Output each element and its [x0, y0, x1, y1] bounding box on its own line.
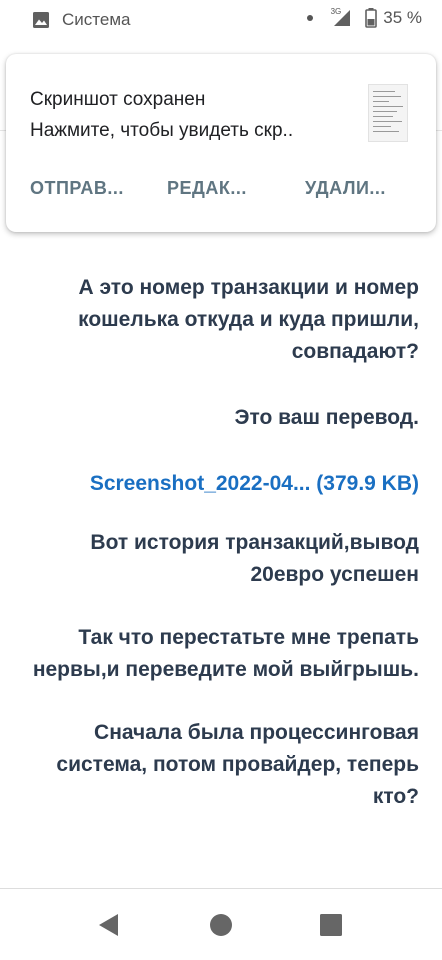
message-list: А это номер транзакции и номер кошелька …	[20, 272, 419, 813]
recents-icon[interactable]	[318, 912, 344, 938]
screenshot-thumbnail[interactable]	[368, 84, 408, 142]
message-text: Сначала была процессинговая система, пот…	[56, 721, 419, 808]
status-app-name: Система	[62, 10, 131, 29]
share-button[interactable]: ОТПРАВ...	[30, 178, 167, 199]
notification-dot	[306, 15, 313, 21]
status-bar: Система 3G 35 %	[0, 0, 442, 42]
back-icon[interactable]	[96, 912, 122, 938]
attachment-link[interactable]: Screenshot_2022-04... (379.9 KB)	[20, 468, 419, 500]
network-type: 3G	[330, 6, 342, 16]
message-text: Так что перестатьте мне трепать нервы,и …	[32, 626, 419, 681]
battery-percent: 35 %	[383, 8, 422, 27]
message-text: Вот история транзакций,вывод 20евро успе…	[90, 531, 419, 586]
status-left: Система	[32, 10, 130, 30]
battery-icon	[365, 8, 378, 28]
gallery-icon	[33, 12, 49, 28]
navigation-bar	[0, 889, 442, 960]
message-text: Это ваш перевод.	[234, 406, 419, 429]
screenshot-notification[interactable]: Скриншот сохранен Нажмите, чтобы увидеть…	[6, 54, 436, 232]
notification-title: Скриншот сохранен	[30, 89, 206, 110]
message-text: А это номер транзакции и номер кошелька …	[78, 276, 419, 363]
edit-button[interactable]: РЕДАК...	[167, 178, 305, 199]
notification-text: Нажмите, чтобы увидеть скр..	[30, 120, 294, 141]
notification-actions: ОТПРАВ... РЕДАК... УДАЛИ...	[30, 178, 420, 199]
status-right: 3G 35 %	[306, 6, 422, 28]
delete-button[interactable]: УДАЛИ...	[305, 178, 386, 199]
home-icon[interactable]	[208, 912, 234, 938]
